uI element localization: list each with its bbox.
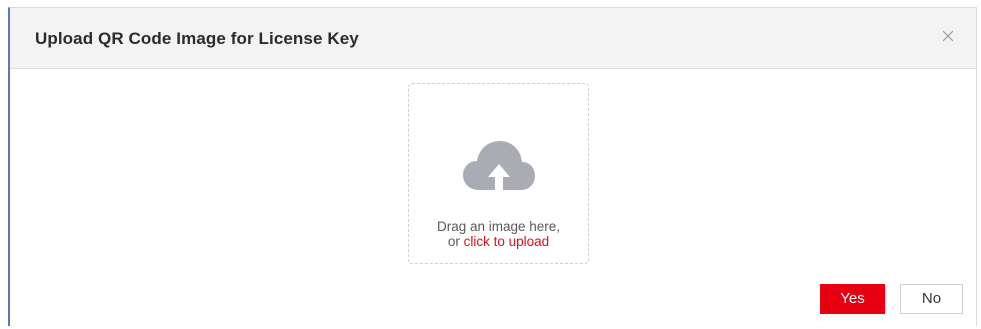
upload-qr-dialog: Upload QR Code Image for License Key Dra… xyxy=(8,7,977,326)
click-to-upload-link[interactable]: click to upload xyxy=(464,234,550,249)
upload-instructions: Drag an image here, or click to upload xyxy=(409,219,588,249)
cloud-upload-icon xyxy=(463,141,535,190)
upload-dropzone[interactable]: Drag an image here, or click to upload xyxy=(408,83,589,264)
yes-button[interactable]: Yes xyxy=(820,284,885,314)
dialog-header: Upload QR Code Image for License Key xyxy=(10,8,976,69)
close-button[interactable] xyxy=(937,25,959,47)
close-icon xyxy=(942,30,954,42)
upload-text-or: or xyxy=(447,234,464,249)
upload-text-line2: or click to upload xyxy=(409,234,588,249)
dialog-title: Upload QR Code Image for License Key xyxy=(35,29,359,48)
no-button[interactable]: No xyxy=(900,284,963,314)
upload-text-line1: Drag an image here, xyxy=(436,219,561,234)
